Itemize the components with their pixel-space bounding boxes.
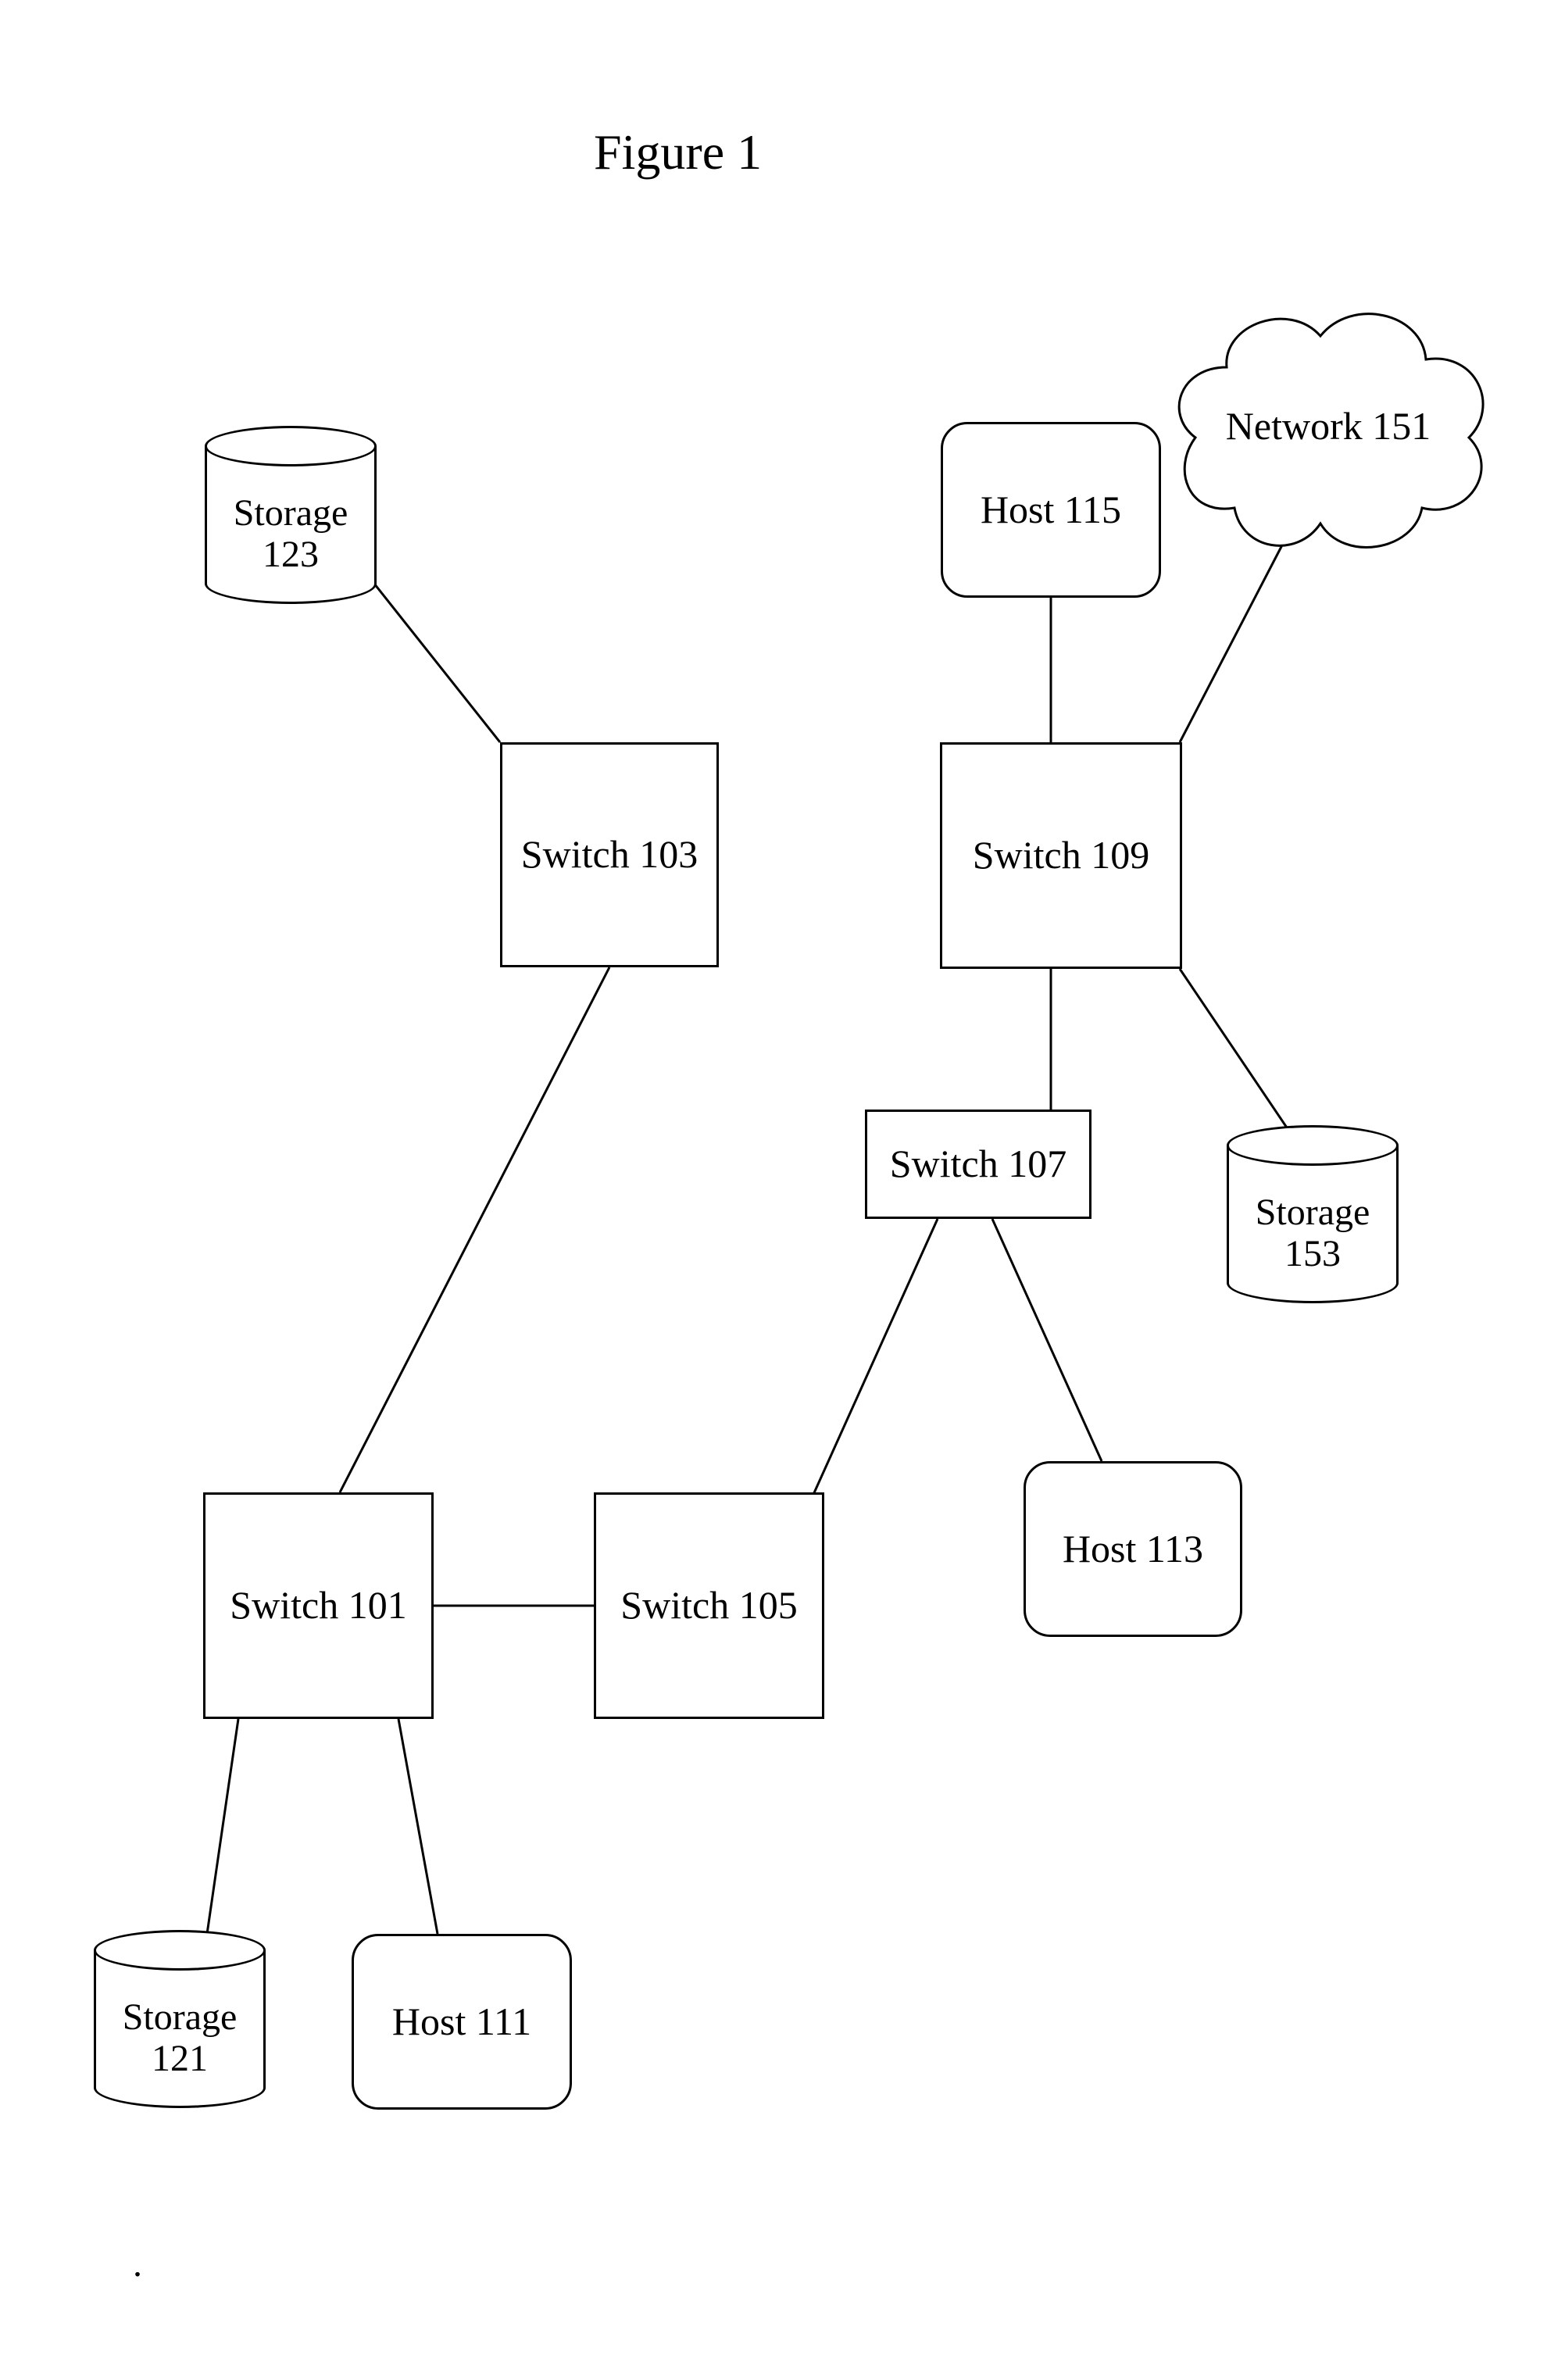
network-151-node: Network 151: [1156, 281, 1500, 570]
storage-123-node: Storage 123: [205, 426, 377, 604]
switch-109-label: Switch 109: [973, 833, 1149, 878]
host-111-node: Host 111: [352, 1934, 572, 2110]
switch-103-label: Switch 103: [521, 832, 698, 877]
switch-101-label: Switch 101: [230, 1583, 406, 1628]
storage-121-label: Storage 121: [94, 1977, 266, 2100]
host-113-label: Host 113: [1063, 1527, 1203, 1572]
footnote-dot: .: [133, 2242, 142, 2285]
switch-103-node: Switch 103: [500, 742, 719, 967]
switch-105-label: Switch 105: [620, 1583, 797, 1628]
host-111-label: Host 111: [392, 1999, 531, 2045]
storage-123-label: Storage 123: [205, 473, 377, 596]
switch-105-node: Switch 105: [594, 1492, 824, 1719]
host-115-label: Host 115: [981, 488, 1121, 533]
figure-title: Figure 1: [594, 123, 762, 181]
storage-153-label: Storage 153: [1227, 1172, 1399, 1295]
network-151-label: Network 151: [1156, 281, 1500, 570]
storage-121-node: Storage 121: [94, 1930, 266, 2108]
switch-107-node: Switch 107: [865, 1110, 1091, 1219]
host-113-node: Host 113: [1024, 1461, 1242, 1637]
switch-107-label: Switch 107: [890, 1142, 1066, 1187]
storage-153-node: Storage 153: [1227, 1125, 1399, 1303]
host-115-node: Host 115: [941, 422, 1161, 598]
diagram-canvas: Figure 1 Storage 123 Switch 103: [0, 0, 1547, 2380]
switch-109-node: Switch 109: [940, 742, 1182, 969]
switch-101-node: Switch 101: [203, 1492, 434, 1719]
